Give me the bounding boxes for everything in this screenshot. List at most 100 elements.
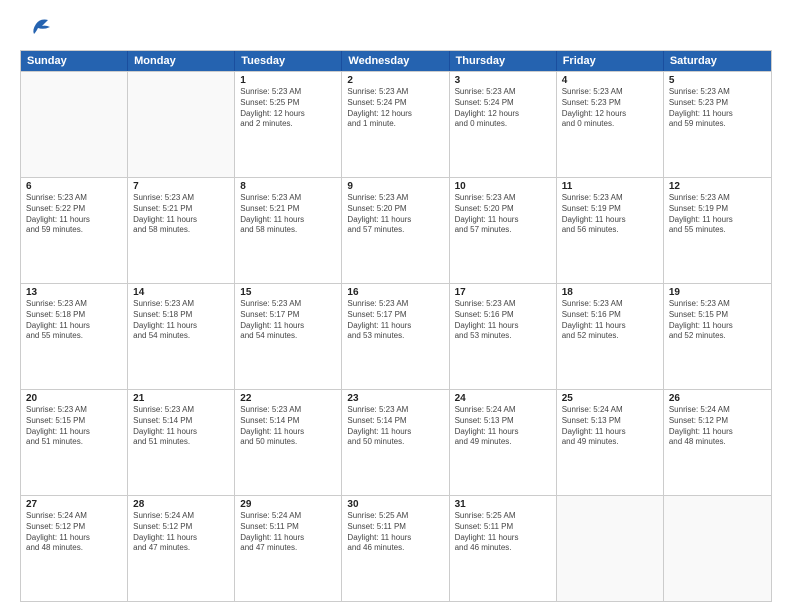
day-number: 8 bbox=[240, 181, 336, 192]
day-number: 12 bbox=[669, 181, 766, 192]
day-number: 3 bbox=[455, 75, 551, 86]
day-info: Sunrise: 5:23 AM Sunset: 5:14 PM Dayligh… bbox=[133, 405, 229, 448]
day-number: 9 bbox=[347, 181, 443, 192]
day-info: Sunrise: 5:23 AM Sunset: 5:17 PM Dayligh… bbox=[347, 299, 443, 342]
day-number: 25 bbox=[562, 393, 658, 404]
calendar-day-27: 27Sunrise: 5:24 AM Sunset: 5:12 PM Dayli… bbox=[21, 496, 128, 601]
calendar-body: 1Sunrise: 5:23 AM Sunset: 5:25 PM Daylig… bbox=[21, 71, 771, 601]
day-info: Sunrise: 5:23 AM Sunset: 5:21 PM Dayligh… bbox=[133, 193, 229, 236]
calendar-day-10: 10Sunrise: 5:23 AM Sunset: 5:20 PM Dayli… bbox=[450, 178, 557, 283]
weekday-header-sunday: Sunday bbox=[21, 51, 128, 71]
calendar-empty-cell bbox=[128, 72, 235, 177]
calendar-day-17: 17Sunrise: 5:23 AM Sunset: 5:16 PM Dayli… bbox=[450, 284, 557, 389]
calendar-empty-cell bbox=[664, 496, 771, 601]
day-info: Sunrise: 5:24 AM Sunset: 5:13 PM Dayligh… bbox=[562, 405, 658, 448]
day-number: 29 bbox=[240, 499, 336, 510]
calendar-day-28: 28Sunrise: 5:24 AM Sunset: 5:12 PM Dayli… bbox=[128, 496, 235, 601]
day-number: 21 bbox=[133, 393, 229, 404]
calendar-empty-cell bbox=[21, 72, 128, 177]
day-info: Sunrise: 5:24 AM Sunset: 5:12 PM Dayligh… bbox=[26, 511, 122, 554]
day-info: Sunrise: 5:25 AM Sunset: 5:11 PM Dayligh… bbox=[455, 511, 551, 554]
day-info: Sunrise: 5:23 AM Sunset: 5:16 PM Dayligh… bbox=[562, 299, 658, 342]
calendar-day-29: 29Sunrise: 5:24 AM Sunset: 5:11 PM Dayli… bbox=[235, 496, 342, 601]
day-info: Sunrise: 5:23 AM Sunset: 5:25 PM Dayligh… bbox=[240, 87, 336, 130]
day-number: 27 bbox=[26, 499, 122, 510]
day-number: 26 bbox=[669, 393, 766, 404]
day-number: 30 bbox=[347, 499, 443, 510]
calendar-day-31: 31Sunrise: 5:25 AM Sunset: 5:11 PM Dayli… bbox=[450, 496, 557, 601]
calendar-day-2: 2Sunrise: 5:23 AM Sunset: 5:24 PM Daylig… bbox=[342, 72, 449, 177]
calendar: SundayMondayTuesdayWednesdayThursdayFrid… bbox=[20, 50, 772, 602]
day-info: Sunrise: 5:23 AM Sunset: 5:18 PM Dayligh… bbox=[26, 299, 122, 342]
calendar-day-20: 20Sunrise: 5:23 AM Sunset: 5:15 PM Dayli… bbox=[21, 390, 128, 495]
calendar-day-15: 15Sunrise: 5:23 AM Sunset: 5:17 PM Dayli… bbox=[235, 284, 342, 389]
weekday-header-monday: Monday bbox=[128, 51, 235, 71]
day-info: Sunrise: 5:24 AM Sunset: 5:12 PM Dayligh… bbox=[133, 511, 229, 554]
calendar-day-8: 8Sunrise: 5:23 AM Sunset: 5:21 PM Daylig… bbox=[235, 178, 342, 283]
logo-bird-icon bbox=[22, 16, 52, 46]
day-number: 5 bbox=[669, 75, 766, 86]
day-info: Sunrise: 5:23 AM Sunset: 5:19 PM Dayligh… bbox=[669, 193, 766, 236]
calendar-row-3: 13Sunrise: 5:23 AM Sunset: 5:18 PM Dayli… bbox=[21, 283, 771, 389]
calendar-day-13: 13Sunrise: 5:23 AM Sunset: 5:18 PM Dayli… bbox=[21, 284, 128, 389]
day-number: 7 bbox=[133, 181, 229, 192]
day-info: Sunrise: 5:23 AM Sunset: 5:24 PM Dayligh… bbox=[455, 87, 551, 130]
calendar-day-12: 12Sunrise: 5:23 AM Sunset: 5:19 PM Dayli… bbox=[664, 178, 771, 283]
day-number: 24 bbox=[455, 393, 551, 404]
calendar-day-26: 26Sunrise: 5:24 AM Sunset: 5:12 PM Dayli… bbox=[664, 390, 771, 495]
day-number: 14 bbox=[133, 287, 229, 298]
calendar-empty-cell bbox=[557, 496, 664, 601]
day-number: 6 bbox=[26, 181, 122, 192]
day-info: Sunrise: 5:23 AM Sunset: 5:14 PM Dayligh… bbox=[240, 405, 336, 448]
day-number: 2 bbox=[347, 75, 443, 86]
day-number: 22 bbox=[240, 393, 336, 404]
day-info: Sunrise: 5:23 AM Sunset: 5:20 PM Dayligh… bbox=[455, 193, 551, 236]
day-info: Sunrise: 5:23 AM Sunset: 5:22 PM Dayligh… bbox=[26, 193, 122, 236]
day-info: Sunrise: 5:23 AM Sunset: 5:23 PM Dayligh… bbox=[562, 87, 658, 130]
calendar-day-11: 11Sunrise: 5:23 AM Sunset: 5:19 PM Dayli… bbox=[557, 178, 664, 283]
page: SundayMondayTuesdayWednesdayThursdayFrid… bbox=[0, 0, 792, 612]
calendar-day-19: 19Sunrise: 5:23 AM Sunset: 5:15 PM Dayli… bbox=[664, 284, 771, 389]
calendar-row-4: 20Sunrise: 5:23 AM Sunset: 5:15 PM Dayli… bbox=[21, 389, 771, 495]
calendar-day-1: 1Sunrise: 5:23 AM Sunset: 5:25 PM Daylig… bbox=[235, 72, 342, 177]
day-info: Sunrise: 5:24 AM Sunset: 5:13 PM Dayligh… bbox=[455, 405, 551, 448]
calendar-day-3: 3Sunrise: 5:23 AM Sunset: 5:24 PM Daylig… bbox=[450, 72, 557, 177]
day-info: Sunrise: 5:23 AM Sunset: 5:20 PM Dayligh… bbox=[347, 193, 443, 236]
calendar-day-21: 21Sunrise: 5:23 AM Sunset: 5:14 PM Dayli… bbox=[128, 390, 235, 495]
day-number: 11 bbox=[562, 181, 658, 192]
day-info: Sunrise: 5:23 AM Sunset: 5:14 PM Dayligh… bbox=[347, 405, 443, 448]
calendar-header: SundayMondayTuesdayWednesdayThursdayFrid… bbox=[21, 51, 771, 71]
calendar-day-18: 18Sunrise: 5:23 AM Sunset: 5:16 PM Dayli… bbox=[557, 284, 664, 389]
day-info: Sunrise: 5:23 AM Sunset: 5:15 PM Dayligh… bbox=[26, 405, 122, 448]
day-number: 1 bbox=[240, 75, 336, 86]
day-info: Sunrise: 5:23 AM Sunset: 5:15 PM Dayligh… bbox=[669, 299, 766, 342]
day-number: 18 bbox=[562, 287, 658, 298]
day-number: 28 bbox=[133, 499, 229, 510]
calendar-day-6: 6Sunrise: 5:23 AM Sunset: 5:22 PM Daylig… bbox=[21, 178, 128, 283]
day-number: 20 bbox=[26, 393, 122, 404]
day-number: 31 bbox=[455, 499, 551, 510]
header bbox=[20, 16, 772, 42]
day-info: Sunrise: 5:23 AM Sunset: 5:23 PM Dayligh… bbox=[669, 87, 766, 130]
day-info: Sunrise: 5:23 AM Sunset: 5:19 PM Dayligh… bbox=[562, 193, 658, 236]
calendar-row-5: 27Sunrise: 5:24 AM Sunset: 5:12 PM Dayli… bbox=[21, 495, 771, 601]
day-number: 17 bbox=[455, 287, 551, 298]
calendar-day-25: 25Sunrise: 5:24 AM Sunset: 5:13 PM Dayli… bbox=[557, 390, 664, 495]
day-info: Sunrise: 5:23 AM Sunset: 5:18 PM Dayligh… bbox=[133, 299, 229, 342]
calendar-day-7: 7Sunrise: 5:23 AM Sunset: 5:21 PM Daylig… bbox=[128, 178, 235, 283]
weekday-header-tuesday: Tuesday bbox=[235, 51, 342, 71]
logo bbox=[20, 16, 52, 42]
weekday-header-wednesday: Wednesday bbox=[342, 51, 449, 71]
day-number: 15 bbox=[240, 287, 336, 298]
day-number: 10 bbox=[455, 181, 551, 192]
day-number: 4 bbox=[562, 75, 658, 86]
day-info: Sunrise: 5:24 AM Sunset: 5:12 PM Dayligh… bbox=[669, 405, 766, 448]
day-info: Sunrise: 5:23 AM Sunset: 5:21 PM Dayligh… bbox=[240, 193, 336, 236]
calendar-row-2: 6Sunrise: 5:23 AM Sunset: 5:22 PM Daylig… bbox=[21, 177, 771, 283]
day-number: 13 bbox=[26, 287, 122, 298]
calendar-row-1: 1Sunrise: 5:23 AM Sunset: 5:25 PM Daylig… bbox=[21, 71, 771, 177]
day-info: Sunrise: 5:23 AM Sunset: 5:17 PM Dayligh… bbox=[240, 299, 336, 342]
day-info: Sunrise: 5:23 AM Sunset: 5:16 PM Dayligh… bbox=[455, 299, 551, 342]
day-info: Sunrise: 5:23 AM Sunset: 5:24 PM Dayligh… bbox=[347, 87, 443, 130]
calendar-day-5: 5Sunrise: 5:23 AM Sunset: 5:23 PM Daylig… bbox=[664, 72, 771, 177]
